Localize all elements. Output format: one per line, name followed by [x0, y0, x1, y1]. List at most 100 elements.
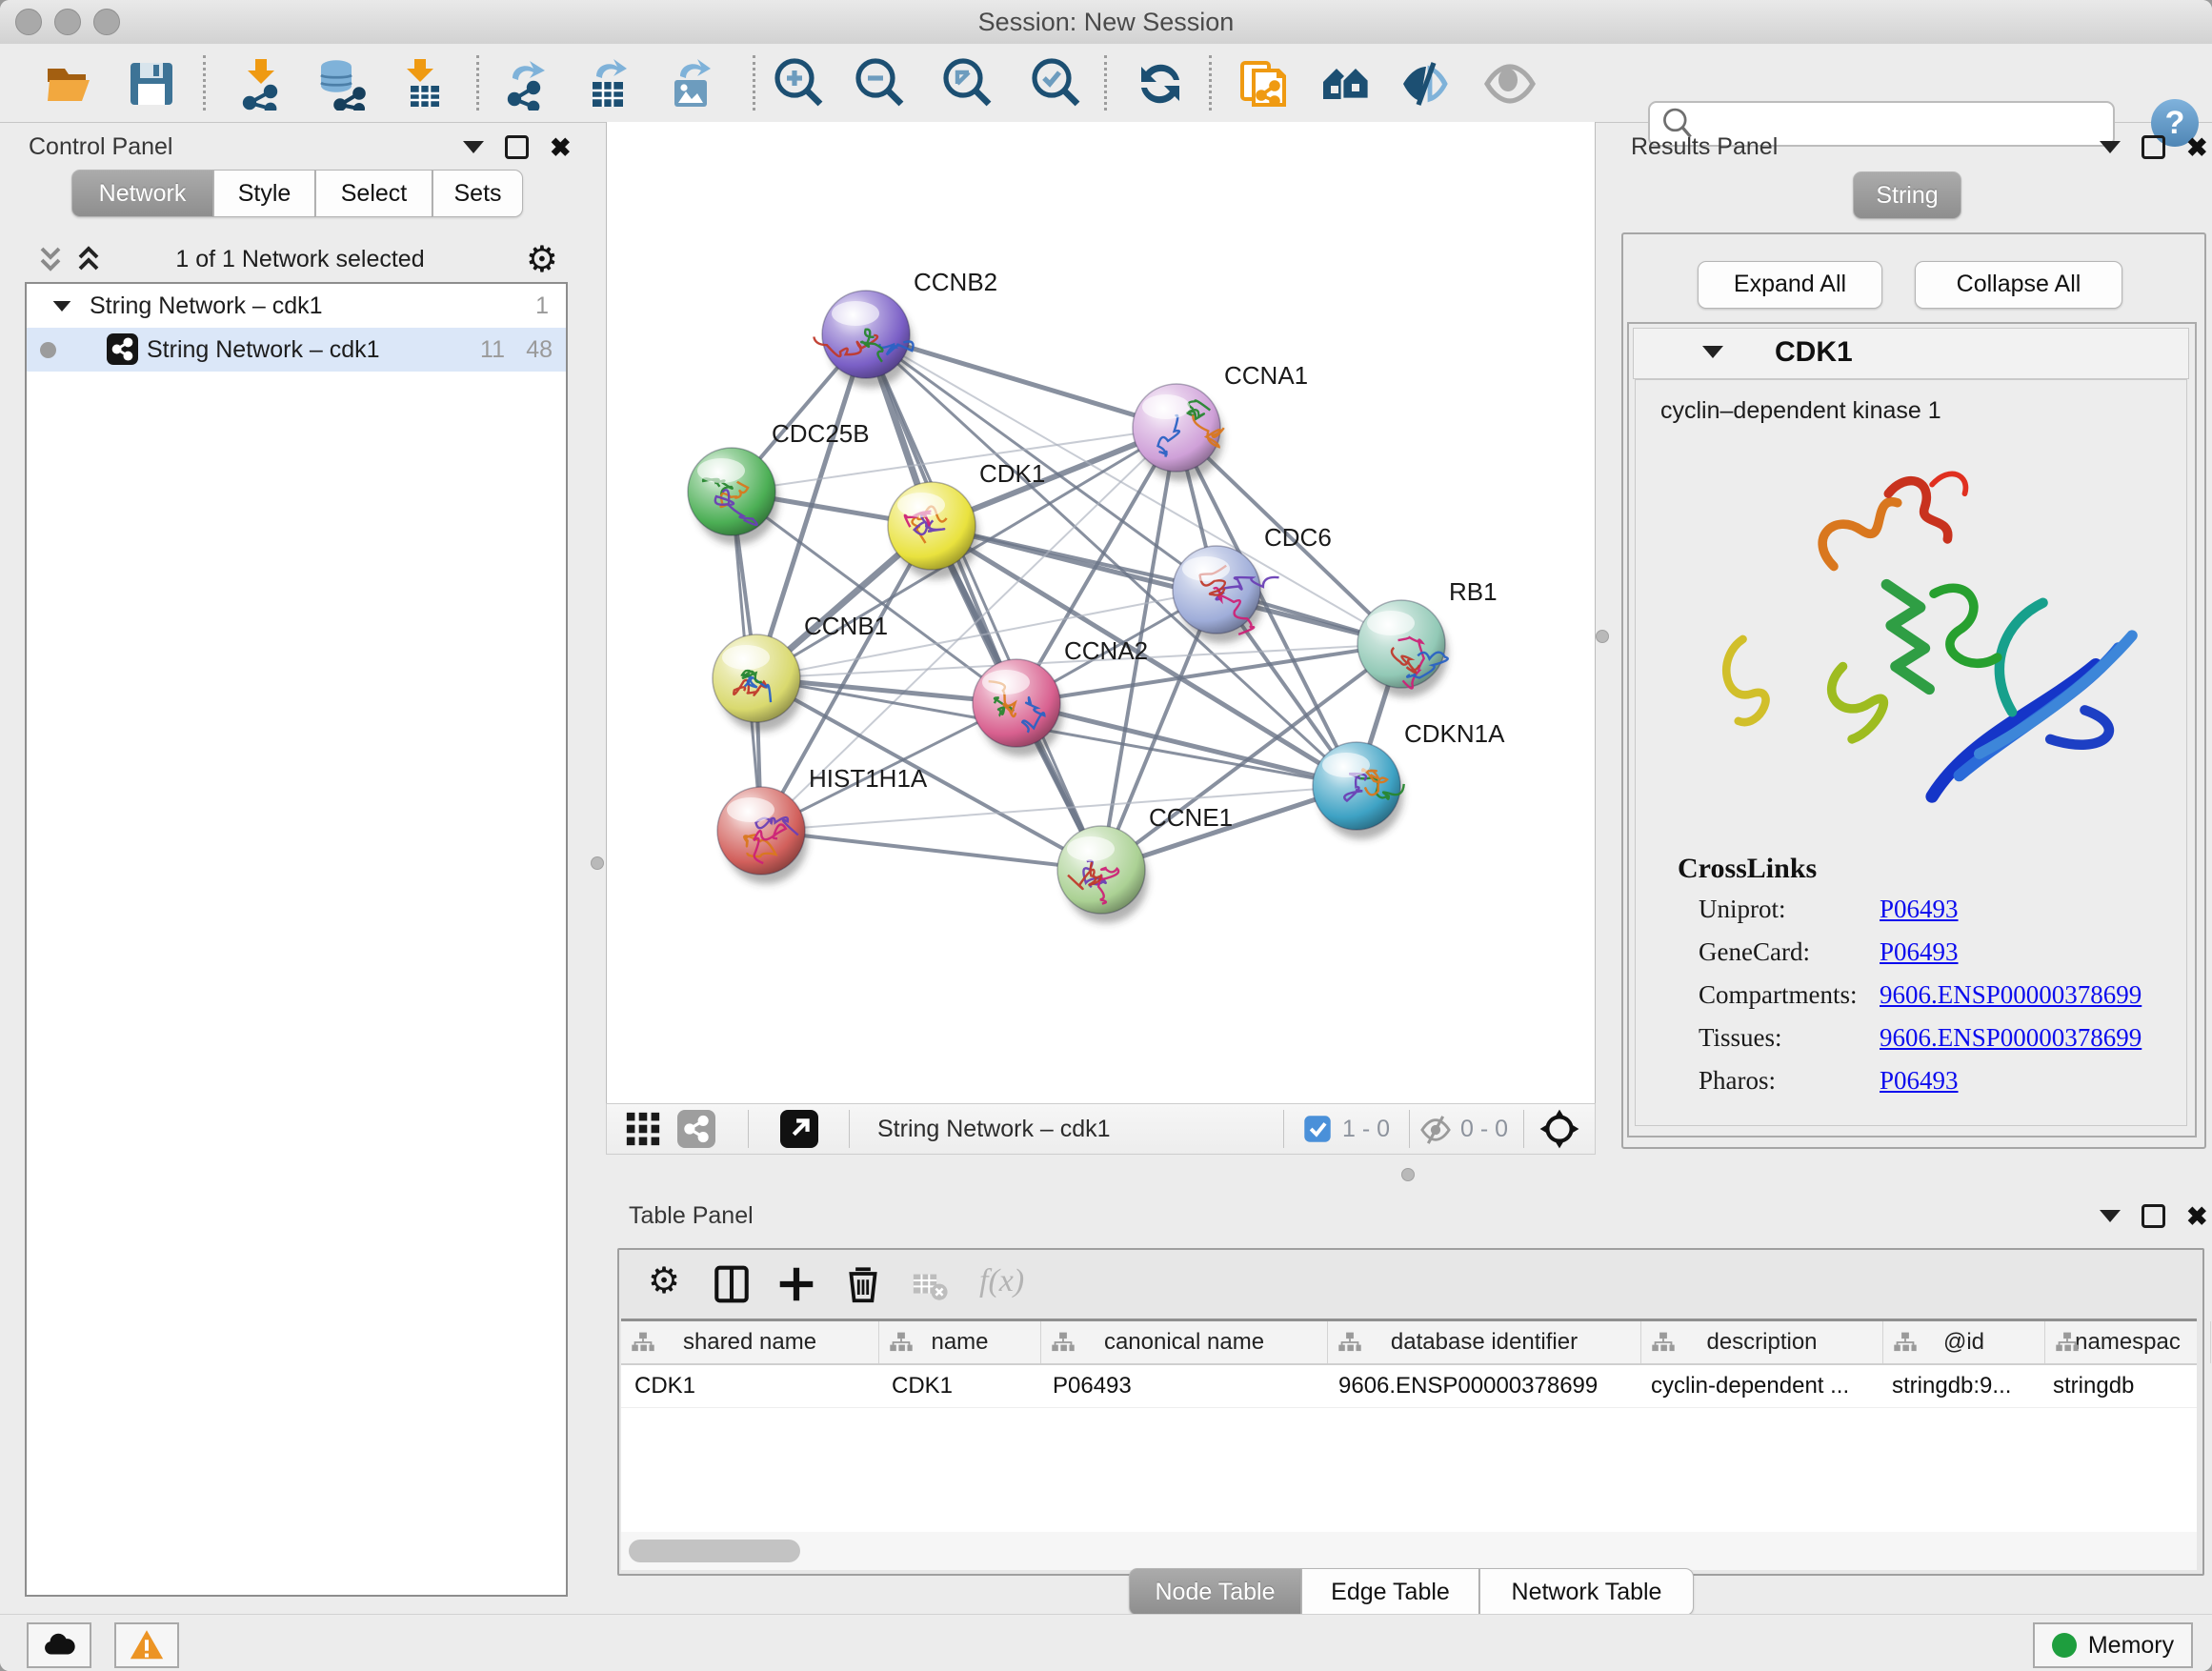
table-cell[interactable]: CDK1	[878, 1365, 1039, 1407]
expand-all-button[interactable]: Expand All	[1698, 261, 1882, 309]
save-session-icon[interactable]	[125, 57, 178, 111]
home-networks-icon[interactable]	[1319, 57, 1373, 111]
panel-float-icon[interactable]	[2142, 1204, 2165, 1228]
tab-network[interactable]: Network	[71, 170, 213, 217]
bottom-splitter-handle[interactable]	[1401, 1168, 1415, 1181]
column-header-name[interactable]: name	[879, 1321, 1041, 1363]
node-label-RB1: RB1	[1449, 577, 1498, 606]
panel-menu-icon[interactable]	[2100, 141, 2121, 153]
column-header-description[interactable]: description	[1641, 1321, 1883, 1363]
memory-button[interactable]: Memory	[2033, 1622, 2193, 1668]
network-edge-HIST1H1A-CCNE1[interactable]	[761, 831, 1101, 870]
add-column-icon[interactable]	[775, 1263, 817, 1305]
refresh-icon[interactable]	[1134, 57, 1187, 111]
network-collection-row[interactable]: String Network – cdk1 1	[27, 284, 566, 328]
table-cell[interactable]: CDK1	[621, 1365, 878, 1407]
tab-select[interactable]: Select	[315, 170, 432, 217]
zoom-in-icon[interactable]	[772, 57, 825, 111]
network-node-CDC6[interactable]: CDC6	[1173, 523, 1332, 643]
zoom-out-icon[interactable]	[853, 57, 906, 111]
column-header-shared-name[interactable]: shared name	[621, 1321, 879, 1363]
network-canvas[interactable]: CCNB2CCNA1CDC25BCDK1CDC6RB1CCNB1CCNA2CDK…	[606, 122, 1596, 1103]
network-node-RB1[interactable]: RB1	[1357, 577, 1498, 697]
grid-view-icon[interactable]	[624, 1110, 662, 1148]
clone-network-icon[interactable]	[1237, 57, 1290, 111]
delete-table-icon	[911, 1266, 949, 1304]
zoom-selected-icon[interactable]	[1029, 57, 1082, 111]
selected-checkbox-icon[interactable]	[1302, 1114, 1333, 1144]
string-results-container: Expand All Collapse All CDK1 cyclin–depe…	[1621, 232, 2206, 1149]
show-columns-icon[interactable]	[711, 1263, 753, 1305]
hide-panels-eye-icon[interactable]	[1399, 57, 1453, 111]
column-header-canonical-name[interactable]: canonical name	[1041, 1321, 1328, 1363]
tab-string[interactable]: String	[1853, 171, 1961, 219]
left-splitter-handle[interactable]	[591, 856, 604, 870]
birds-eye-navigator-icon[interactable]	[1538, 1108, 1580, 1150]
right-splitter-handle[interactable]	[1596, 630, 1609, 643]
horizontal-scrollbar[interactable]	[621, 1532, 2197, 1570]
network-options-gear-icon[interactable]: ⚙	[526, 242, 558, 278]
tab-node-table[interactable]: Node Table	[1129, 1568, 1301, 1616]
table-cell[interactable]: P06493	[1039, 1365, 1325, 1407]
panel-float-icon[interactable]	[2142, 135, 2165, 159]
export-table-icon[interactable]	[581, 57, 634, 111]
network-edge-CDKN1A-HIST1H1A[interactable]	[761, 786, 1357, 831]
tab-edge-table[interactable]: Edge Table	[1301, 1568, 1479, 1616]
network-node-CCNE1[interactable]: CCNE1	[1057, 803, 1233, 923]
collapse-all-button[interactable]: Collapse All	[1915, 261, 2122, 309]
column-header-database-identifier[interactable]: database identifier	[1328, 1321, 1641, 1363]
panel-menu-icon[interactable]	[2100, 1210, 2121, 1222]
network-node-CCNA1[interactable]: CCNA1	[1133, 361, 1308, 481]
toolbar-separator	[1523, 1110, 1524, 1148]
table-options-gear-icon[interactable]: ⚙	[648, 1263, 680, 1299]
import-network-from-database-icon[interactable]	[315, 57, 369, 111]
section-expander-icon[interactable]	[1702, 346, 1723, 358]
table-row[interactable]: CDK1CDK1P064939606.ENSP00000378699cyclin…	[621, 1365, 2197, 1408]
tree-expander-icon[interactable]	[53, 301, 71, 312]
tab-sets[interactable]: Sets	[432, 170, 523, 217]
open-file-icon[interactable]	[42, 57, 95, 111]
panel-close-icon[interactable]: ✖	[2186, 1207, 2208, 1226]
crosslink-link[interactable]: 9606.ENSP00000378699	[1880, 980, 2142, 1010]
export-image-icon[interactable]	[665, 57, 718, 111]
selected-nodes-edges-count: 1 - 0	[1342, 1104, 1390, 1154]
crosslink-link[interactable]: P06493	[1880, 1066, 1959, 1096]
table-cell[interactable]: 9606.ENSP00000378699	[1325, 1365, 1638, 1407]
import-table-icon[interactable]	[393, 57, 447, 111]
delete-column-icon[interactable]	[842, 1263, 884, 1305]
export-network-icon[interactable]	[501, 57, 554, 111]
table-cell[interactable]: cyclin-dependent ...	[1638, 1365, 1879, 1407]
table-cell[interactable]: stringdb	[2040, 1365, 2204, 1407]
memory-status-icon	[2052, 1633, 2077, 1658]
panel-close-icon[interactable]: ✖	[2186, 138, 2208, 157]
column-header-namespac[interactable]: namespac	[2045, 1321, 2211, 1363]
network-node-CDKN1A[interactable]: CDKN1A	[1313, 719, 1505, 839]
network-view-icon[interactable]	[677, 1110, 715, 1148]
tab-style[interactable]: Style	[213, 170, 315, 217]
open-in-window-icon[interactable]	[780, 1110, 818, 1148]
scrollbar-thumb[interactable]	[629, 1540, 800, 1562]
protein-section-header[interactable]: CDK1	[1633, 328, 2189, 379]
network-node-CCNB1[interactable]: CCNB1	[713, 612, 888, 732]
network-row-selected[interactable]: String Network – cdk1 11 48	[27, 328, 566, 372]
column-header-@id[interactable]: @id	[1883, 1321, 2045, 1363]
column-type-icon	[889, 1330, 914, 1355]
crosslink-link[interactable]: P06493	[1880, 937, 1959, 967]
table-cell[interactable]: stringdb:9...	[1879, 1365, 2040, 1407]
panel-float-icon[interactable]	[505, 135, 529, 159]
results-panel-tab-string[interactable]: String	[1853, 171, 1961, 219]
warnings-button[interactable]	[114, 1622, 179, 1668]
import-network-icon[interactable]	[234, 57, 288, 111]
crosslink-link[interactable]: P06493	[1880, 895, 1959, 924]
node-count: 11	[480, 336, 505, 364]
panel-close-icon[interactable]: ✖	[550, 138, 572, 157]
crosslink-label: Uniprot:	[1699, 895, 1786, 923]
cloud-status-button[interactable]	[27, 1622, 91, 1668]
panel-menu-icon[interactable]	[463, 141, 484, 153]
tab-network-table[interactable]: Network Table	[1479, 1568, 1694, 1616]
zoom-fit-content-icon[interactable]	[940, 57, 994, 111]
crosslink-link[interactable]: 9606.ENSP00000378699	[1880, 1023, 2142, 1053]
network-selection-bar: 1 of 1 Network selected ⚙	[36, 242, 564, 280]
column-type-icon	[1893, 1330, 1918, 1355]
network-node-HIST1H1A[interactable]: HIST1H1A	[717, 764, 928, 884]
